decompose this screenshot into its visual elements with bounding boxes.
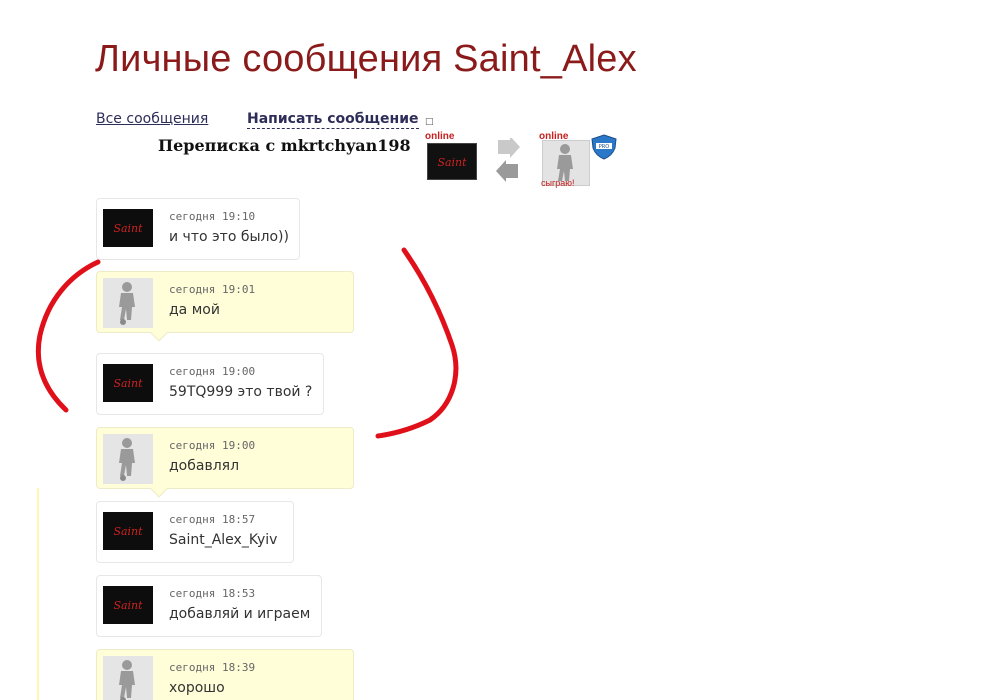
- saint-logo-icon: Saint: [428, 144, 476, 179]
- svg-text:Saint: Saint: [113, 222, 143, 235]
- player-silhouette-icon: [103, 278, 153, 328]
- my-avatar[interactable]: Saint: [427, 143, 477, 180]
- shield-badge-icon: PRO: [591, 134, 617, 160]
- message-time: сегодня 19:01: [169, 283, 256, 296]
- message-time: сегодня 18:57: [169, 513, 256, 526]
- write-message-link[interactable]: Написать сообщение: [247, 111, 419, 129]
- message-text: добавляй и играем: [169, 606, 311, 622]
- message-time: сегодня 19:00: [169, 439, 256, 452]
- all-messages-link[interactable]: Все сообщения: [96, 111, 208, 127]
- saint-logo-icon: Saint: [103, 512, 153, 550]
- message-text: да мой: [169, 302, 220, 318]
- player-silhouette-icon: [103, 434, 153, 484]
- message-time: сегодня 18:39: [169, 661, 256, 674]
- svg-text:Saint: Saint: [113, 377, 143, 390]
- swap-arrows-icon: [496, 138, 520, 182]
- partner-message-avatar[interactable]: [103, 278, 153, 328]
- saint-logo-icon: Saint: [103, 586, 153, 624]
- my-message-avatar[interactable]: Saint: [103, 209, 153, 247]
- svg-text:Saint: Saint: [113, 525, 143, 538]
- message-item: Saint сегодня 18:53 добавляй и играем: [96, 575, 322, 637]
- message-item: сегодня 19:01 да мой: [96, 271, 354, 342]
- message-item: сегодня 19:00 добавлял: [96, 427, 354, 498]
- conversation-title: Переписка с mkrtchyan198: [158, 136, 411, 155]
- svg-text:Saint: Saint: [437, 156, 467, 169]
- bubble-tail: [150, 480, 168, 498]
- player-silhouette-icon: [103, 656, 153, 700]
- my-message-avatar[interactable]: Saint: [103, 586, 153, 624]
- message-text: и что это было)): [169, 229, 289, 245]
- svg-text:PRO: PRO: [599, 144, 609, 150]
- my-message-avatar[interactable]: Saint: [103, 364, 153, 402]
- external-link-icon: □: [425, 117, 434, 127]
- message-time: сегодня 19:00: [169, 365, 256, 378]
- message-text: хорошо: [169, 680, 225, 696]
- message-text: добавлял: [169, 458, 240, 474]
- saint-logo-icon: Saint: [103, 209, 153, 247]
- message-item: Saint сегодня 18:57 Saint_Alex_Kyiv: [96, 501, 294, 563]
- bubble-tail: [150, 324, 168, 342]
- message-item: Saint сегодня 19:10 и что это было)): [96, 198, 300, 260]
- message-item: сегодня 18:39 хорошо: [96, 649, 354, 700]
- saint-logo-icon: Saint: [103, 364, 153, 402]
- message-text: Saint_Alex_Kyiv: [169, 532, 278, 548]
- partner-message-avatar[interactable]: [103, 656, 153, 700]
- svg-text:Saint: Saint: [113, 599, 143, 612]
- message-time: сегодня 19:10: [169, 210, 256, 223]
- partner-message-avatar[interactable]: [103, 434, 153, 484]
- online-badge-me: online: [425, 131, 455, 142]
- page-edge-line: [37, 488, 39, 700]
- message-text: 59TQ999 это твой ?: [169, 384, 313, 400]
- message-time: сегодня 18:53: [169, 587, 256, 600]
- message-item: Saint сегодня 19:00 59TQ999 это твой ?: [96, 353, 324, 415]
- page-title: Личные сообщения Saint_Alex: [95, 38, 637, 80]
- partner-status: сыграю!: [541, 178, 575, 188]
- my-message-avatar[interactable]: Saint: [103, 512, 153, 550]
